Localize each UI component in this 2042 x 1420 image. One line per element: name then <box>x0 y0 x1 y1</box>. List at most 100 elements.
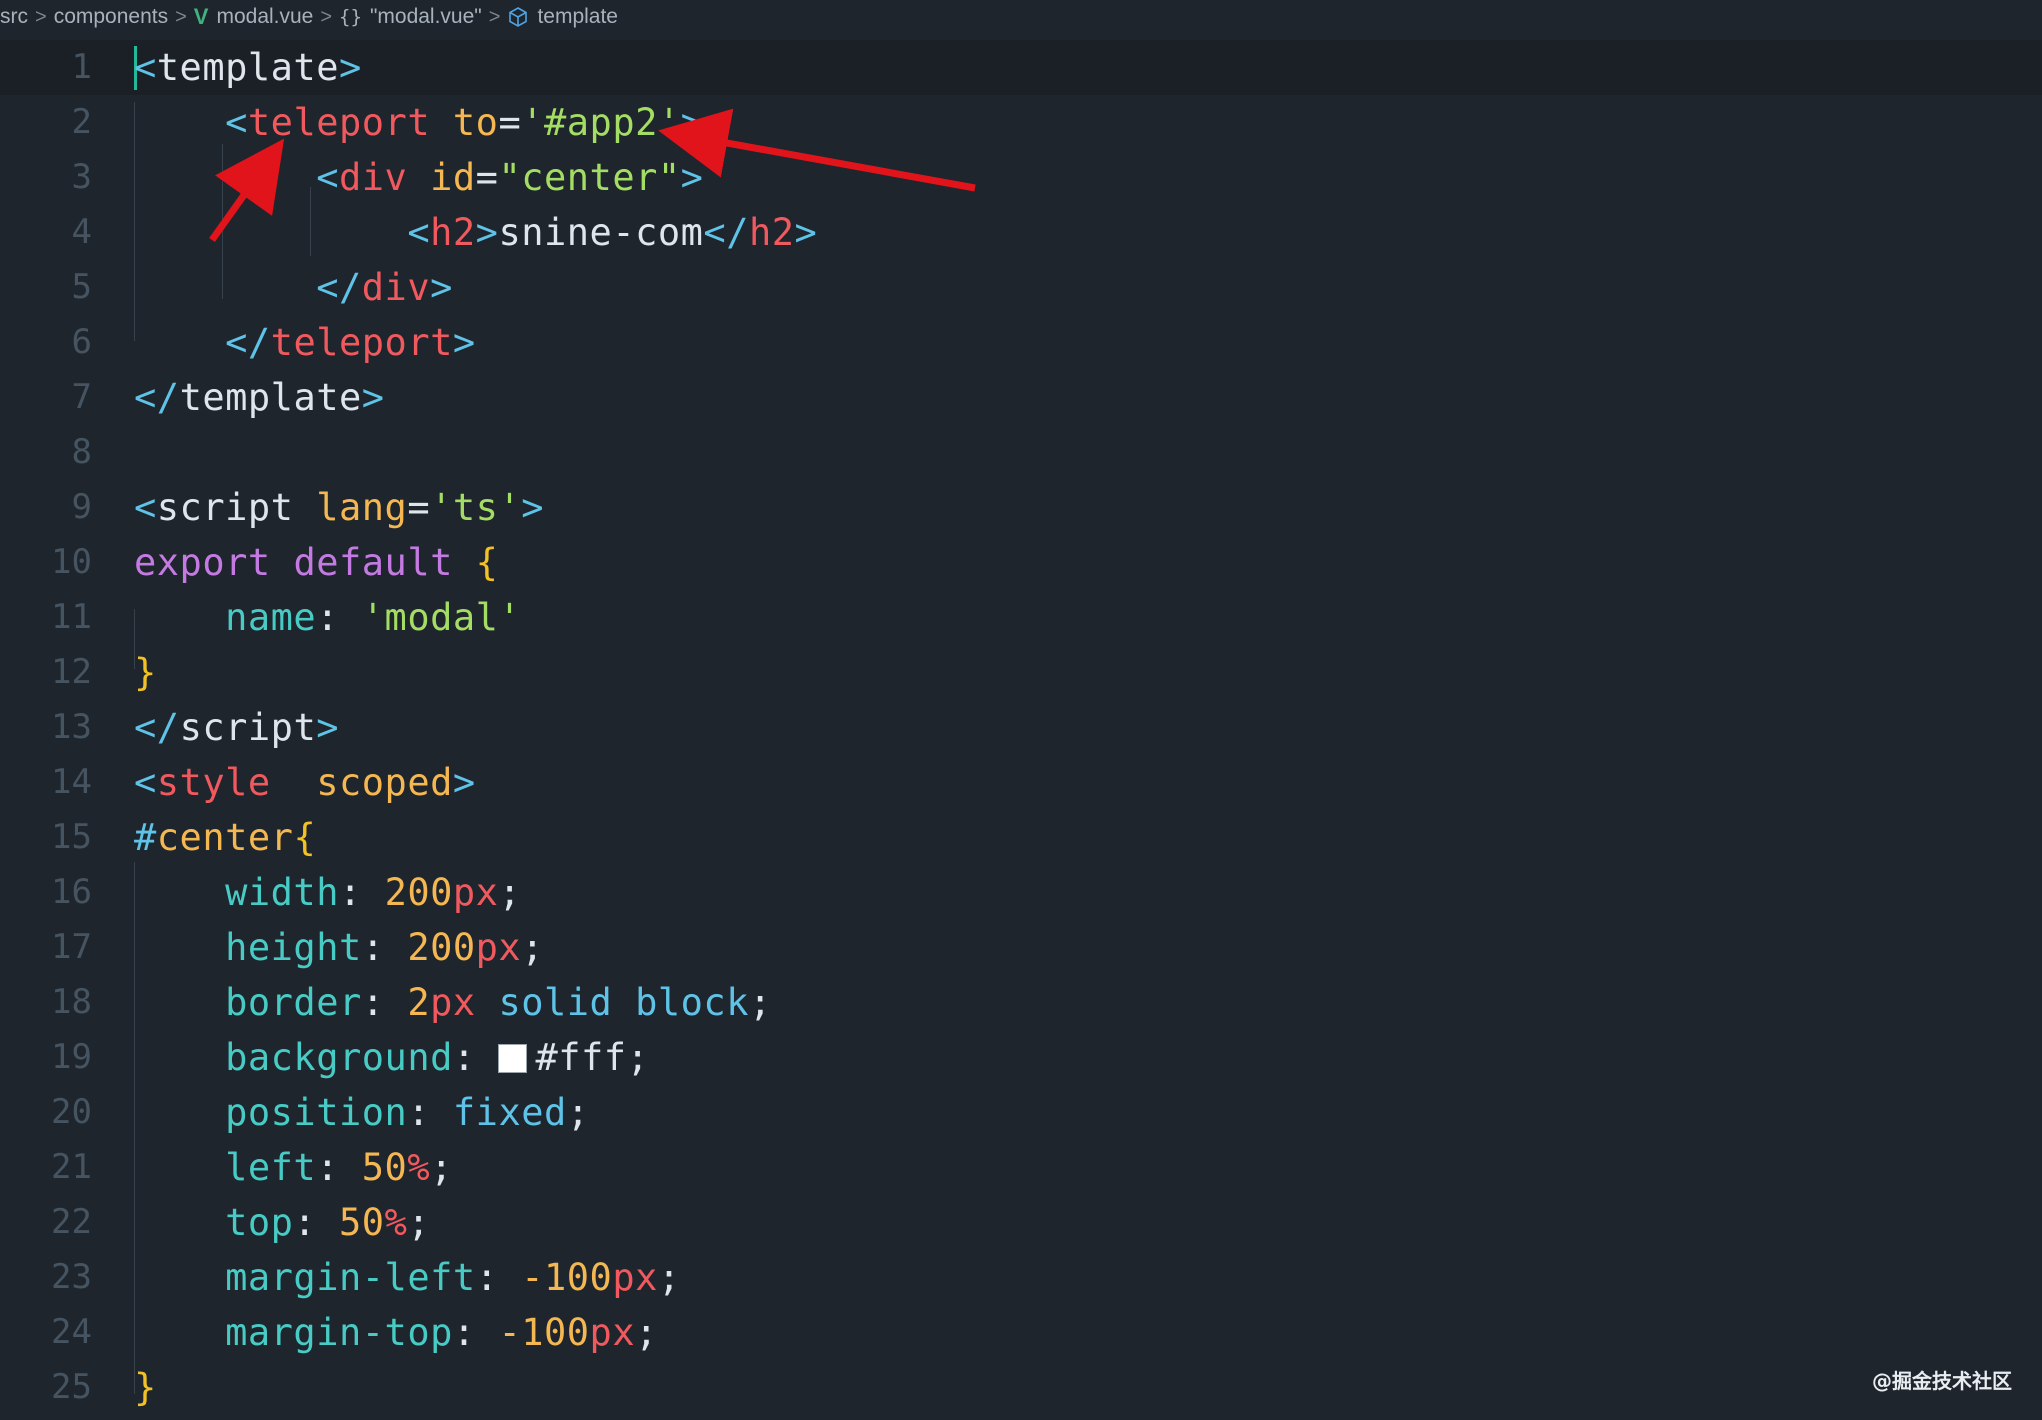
code-token-attr: id <box>430 156 476 199</box>
code-token-brace: { <box>293 816 317 859</box>
code-token-attr: lang <box>316 486 408 529</box>
code-line[interactable]: 14 <style scoped> <box>0 755 2042 810</box>
code-line[interactable]: 19 background: #fff; <box>0 1030 2042 1085</box>
code-token-punct: </ <box>225 321 271 364</box>
code-line[interactable]: 22 top: 50%; <box>0 1195 2042 1250</box>
code-line[interactable]: 12} <box>0 645 2042 700</box>
code-line[interactable]: 5 </div> <box>0 260 2042 315</box>
breadcrumb-item-object[interactable]: {} "modal.vue" <box>339 5 482 29</box>
code-line[interactable]: 4 <h2>snine-com</h2> <box>0 205 2042 260</box>
code-token-number: 200 <box>384 871 453 914</box>
code-token-punct: < <box>225 101 248 144</box>
code-text: name: 'modal' <box>134 590 521 645</box>
chevron-right-icon: > <box>488 5 501 28</box>
code-token-prop: background <box>225 1036 453 1079</box>
code-line[interactable]: 23 margin-left: -100px; <box>0 1250 2042 1305</box>
code-line[interactable]: 3 <div id="center"> <box>0 150 2042 205</box>
code-line[interactable]: 24 margin-top: -100px; <box>0 1305 2042 1360</box>
code-line[interactable]: 1 <template> <box>0 40 2042 95</box>
code-token-number: -100 <box>498 1311 590 1354</box>
code-text: <template> <box>134 40 362 95</box>
code-text: <script lang='ts'> <box>134 480 544 535</box>
code-token-punct: > <box>680 101 704 144</box>
breadcrumb: src > components > V modal.vue > {} "mod… <box>0 0 2042 34</box>
breadcrumb-item-template[interactable]: template <box>507 5 618 29</box>
code-line[interactable]: 6 </teleport> <box>0 315 2042 370</box>
code-token-string: 'modal' <box>361 596 522 639</box>
line-number: 14 <box>51 762 92 802</box>
code-token-tag: div <box>361 266 431 309</box>
code-line[interactable]: 2 <teleport to='#app2'> <box>0 95 2042 150</box>
code-text: height: 200px; <box>134 920 544 975</box>
code-token-plain: = <box>475 156 499 199</box>
code-line[interactable]: 15 #center{ <box>0 810 2042 865</box>
code-token-plain: ; <box>635 1311 658 1354</box>
code-token-tag: style <box>156 761 271 804</box>
code-token-plain: : <box>316 1146 362 1189</box>
code-token-brace: } <box>134 651 157 694</box>
code-token-punct: > <box>316 706 339 749</box>
breadcrumb-item-components[interactable]: components <box>54 5 168 29</box>
code-editor[interactable]: src > components > V modal.vue > {} "mod… <box>0 0 2042 1420</box>
code-text: background: #fff; <box>134 1030 649 1085</box>
breadcrumb-item-src[interactable]: src <box>0 5 28 29</box>
code-token-number: 2 <box>407 981 431 1024</box>
code-line[interactable]: 10 export default { <box>0 535 2042 590</box>
code-line[interactable]: 17 height: 200px; <box>0 920 2042 975</box>
code-token-punct: > <box>361 376 385 419</box>
code-line[interactable]: 21 left: 50%; <box>0 1140 2042 1195</box>
code-line[interactable]: 25} <box>0 1360 2042 1415</box>
code-line[interactable]: 13 </script> <box>0 700 2042 755</box>
code-area[interactable]: 1 <template> 2 <teleport to='#app2'> 3 <div… <box>0 34 2042 1420</box>
code-token-plain: snine-com <box>498 211 704 254</box>
code-token-prop: height <box>225 926 362 969</box>
line-number: 20 <box>51 1092 92 1132</box>
code-text: </div> <box>134 260 453 315</box>
code-line[interactable]: 16 width: 200px; <box>0 865 2042 920</box>
code-line[interactable]: 7 </template> <box>0 370 2042 425</box>
code-text: </script> <box>134 700 339 755</box>
line-number: 24 <box>51 1312 92 1352</box>
code-line[interactable]: 9 <script lang='ts'> <box>0 480 2042 535</box>
code-text: margin-left: -100px; <box>134 1250 681 1305</box>
code-token-unit: px <box>430 981 476 1024</box>
code-line[interactable]: 18 border: 2px solid block; <box>0 975 2042 1030</box>
code-token-punct: > <box>680 156 704 199</box>
code-token-plain: : <box>361 981 408 1024</box>
code-token-number: 50 <box>339 1201 385 1244</box>
code-line[interactable]: 11 name: 'modal' <box>0 590 2042 645</box>
code-text: } <box>134 645 157 700</box>
code-token-plain: ; <box>521 926 544 969</box>
line-number: 11 <box>51 597 92 637</box>
code-token-string: "center" <box>498 156 681 199</box>
code-token-punct: < <box>134 486 157 529</box>
line-number: 9 <box>71 487 92 527</box>
code-token-prop: margin-left <box>225 1256 476 1299</box>
code-token-plain: template <box>156 46 339 89</box>
code-line[interactable]: 8 <box>0 425 2042 480</box>
line-number: 7 <box>71 377 92 417</box>
code-line[interactable]: 20 position: fixed; <box>0 1085 2042 1140</box>
code-token-plain: #fff; <box>535 1036 650 1079</box>
code-token-unit: % <box>407 1146 431 1189</box>
color-swatch-icon[interactable] <box>498 1044 528 1073</box>
code-token-punct: > <box>475 211 499 254</box>
code-token-tag: teleport <box>270 321 453 364</box>
code-token-unit: % <box>384 1201 408 1244</box>
code-token-plain: script <box>156 486 294 529</box>
code-token-plain: ; <box>430 1146 453 1189</box>
breadcrumb-item-file[interactable]: V modal.vue <box>194 4 314 30</box>
code-token-prop: width <box>225 871 339 914</box>
